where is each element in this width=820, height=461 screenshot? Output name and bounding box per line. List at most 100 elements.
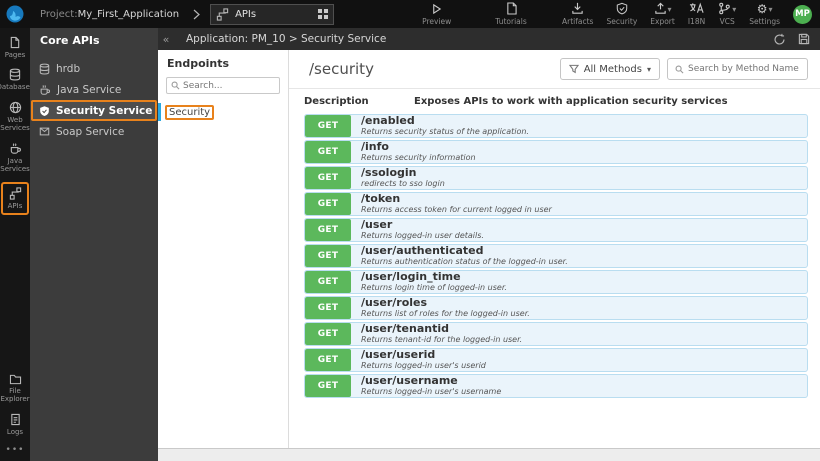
endpoint-row[interactable]: GET /user/userid Returns logged-in user'… <box>304 348 808 372</box>
endpoint-row[interactable]: GET /enabled Returns security status of … <box>304 114 808 138</box>
i18n-button[interactable]: I18N <box>688 2 705 26</box>
method-badge[interactable]: GET <box>305 115 351 137</box>
endpoint-list-item[interactable]: Security <box>158 103 288 121</box>
method-badge[interactable]: GET <box>305 219 351 241</box>
endpoint-row[interactable]: GET /ssologin redirects to sso login <box>304 166 808 190</box>
top-bar: Project:My_First_Application APIs Previe… <box>0 0 820 28</box>
methods-filter-dropdown[interactable]: All Methods ▾ <box>559 58 660 80</box>
endpoints-search-input[interactable] <box>183 80 275 91</box>
endpoint-list: GET /enabled Returns security status of … <box>289 112 820 448</box>
main-toolbar: /security All Methods ▾ <box>289 50 820 89</box>
soap-icon <box>39 126 50 137</box>
sidebar-bottom-group: File Explorer Logs ••• <box>0 374 30 461</box>
vcs-button[interactable]: ▾ VCS <box>718 2 736 26</box>
endpoint-row[interactable]: GET /info Returns security information <box>304 140 808 164</box>
core-api-item-soap-service[interactable]: Soap Service <box>30 121 158 142</box>
sidebar-item-file-explorer[interactable]: File Explorer <box>0 374 30 404</box>
horizontal-scrollbar-track[interactable] <box>158 448 820 461</box>
core-api-label: Security Service <box>56 104 153 117</box>
sidebar-item-label: Pages <box>4 51 26 59</box>
export-button[interactable]: ▾ Export <box>650 2 675 26</box>
endpoint-row[interactable]: GET /user/tenantid Returns tenant-id for… <box>304 322 808 346</box>
databases-icon <box>9 68 21 81</box>
caret-down-icon: ▾ <box>667 5 672 14</box>
core-api-label: Java Service <box>57 83 122 96</box>
endpoint-description: Returns security information <box>361 153 476 163</box>
endpoint-row-text: /user/userid Returns logged-in user's us… <box>351 349 486 371</box>
endpoint-row-text: /token Returns access token for current … <box>351 193 552 215</box>
folder-icon <box>9 374 22 385</box>
endpoint-row[interactable]: GET /token Returns access token for curr… <box>304 192 808 216</box>
endpoint-row[interactable]: GET /user/login_time Returns login time … <box>304 270 808 294</box>
core-api-label: Soap Service <box>56 125 125 138</box>
sidebar-item-java-services[interactable]: Java Services <box>0 142 30 174</box>
method-search-input[interactable] <box>688 64 800 74</box>
project-label: Project: <box>40 8 78 20</box>
sidebar-item-web-services[interactable]: Web Services <box>0 101 30 133</box>
apis-tab[interactable]: APIs <box>210 3 335 25</box>
translate-icon <box>689 2 704 15</box>
shield-icon <box>616 2 628 15</box>
endpoint-description: Returns login time of logged-in user. <box>361 283 507 293</box>
method-badge[interactable]: GET <box>305 375 351 397</box>
endpoint-row-text: /enabled Returns security status of the … <box>351 115 529 137</box>
method-badge[interactable]: GET <box>305 245 351 267</box>
core-apis-title: Core APIs <box>40 33 100 47</box>
endpoint-row[interactable]: GET /user/username Returns logged-in use… <box>304 374 808 398</box>
endpoint-row-text: /user/tenantid Returns tenant-id for the… <box>351 323 522 345</box>
core-api-item-java-service[interactable]: Java Service <box>30 79 158 100</box>
endpoint-description: Returns logged-in user details. <box>361 231 484 241</box>
core-api-item-hrdb[interactable]: hrdb <box>30 58 158 79</box>
sidebar-item-pages[interactable]: Pages <box>1 36 29 59</box>
endpoint-description: Returns logged-in user's username <box>361 387 502 397</box>
main-panel: /security All Methods ▾ Search by Method… <box>289 50 820 448</box>
tutorials-button[interactable]: Tutorials <box>495 2 527 26</box>
refresh-button[interactable] <box>773 33 786 46</box>
method-badge[interactable]: GET <box>305 193 351 215</box>
endpoints-search-box[interactable] <box>166 77 280 94</box>
sidebar-item-logs[interactable]: Logs <box>1 413 29 436</box>
security-button[interactable]: Security <box>606 2 637 26</box>
sidebar-item-databases[interactable]: Databases <box>0 68 34 91</box>
endpoint-row[interactable]: GET /user/roles Returns list of roles fo… <box>304 296 808 320</box>
method-search-box[interactable] <box>667 58 808 80</box>
sidebar-item-apis[interactable]: APIs <box>1 182 29 215</box>
chevron-right-icon <box>193 9 200 20</box>
logs-icon <box>10 413 21 426</box>
apis-tab-label: APIs <box>235 8 257 20</box>
endpoint-row-text: /user/login_time Returns login time of l… <box>351 271 507 293</box>
method-badge[interactable]: GET <box>305 323 351 345</box>
settings-button[interactable]: ⚙ ▾ Settings <box>749 2 780 26</box>
method-badge[interactable]: GET <box>305 167 351 189</box>
grid-icon[interactable] <box>318 9 329 19</box>
endpoint-row-text: /ssologin redirects to sso login <box>351 167 445 189</box>
application-breadcrumb: Application: PM_10 > Security Service <box>186 33 387 45</box>
sidebar-item-label: Java Services <box>0 156 30 173</box>
endpoint-path: /ssologin <box>361 166 417 179</box>
preview-button[interactable]: Preview <box>422 2 451 26</box>
left-icon-sidebar: Pages Databases Web Services Java Servic… <box>0 28 34 461</box>
save-button[interactable] <box>798 33 810 45</box>
method-badge[interactable]: GET <box>305 349 351 371</box>
endpoint-description: Returns tenant-id for the logged-in user… <box>361 335 523 345</box>
endpoint-row[interactable]: GET /user Returns logged-in user details… <box>304 218 808 242</box>
upload-icon <box>654 2 667 15</box>
wavemaker-logo-icon <box>6 5 24 23</box>
gear-icon: ⚙ <box>756 2 768 16</box>
endpoint-description: Returns authentication status of the log… <box>361 257 568 267</box>
core-api-item-security-service[interactable]: Security Service <box>31 100 157 121</box>
content-header-bar: « Application: PM_10 > Security Service <box>158 28 820 50</box>
app-logo[interactable] <box>0 0 30 28</box>
endpoint-row[interactable]: GET /user/authenticated Returns authenti… <box>304 244 808 268</box>
download-icon <box>571 2 584 15</box>
artifacts-button[interactable]: Artifacts <box>562 2 593 26</box>
collapse-panel-button[interactable]: « <box>158 33 174 46</box>
filter-icon <box>568 64 579 74</box>
method-badge[interactable]: GET <box>305 271 351 293</box>
endpoint-path: /user <box>361 218 393 231</box>
user-avatar[interactable]: MP <box>793 4 812 24</box>
method-badge[interactable]: GET <box>305 297 351 319</box>
api-node-icon <box>216 7 229 21</box>
more-options-button[interactable]: ••• <box>6 445 25 455</box>
method-badge[interactable]: GET <box>305 141 351 163</box>
